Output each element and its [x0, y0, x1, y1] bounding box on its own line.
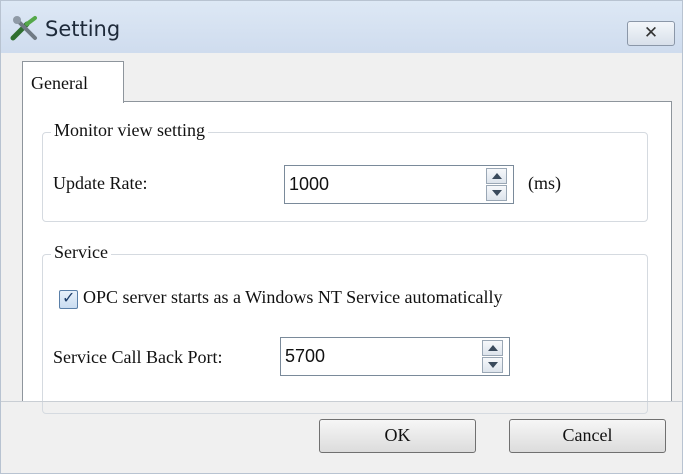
nt-service-checkbox[interactable]: ✓	[59, 288, 78, 309]
monitor-view-legend: Monitor view setting	[51, 120, 208, 141]
arrow-down-icon	[492, 190, 502, 196]
port-value[interactable]: 5700	[285, 346, 325, 367]
close-icon: ✕	[643, 23, 659, 43]
tools-icon	[10, 16, 37, 41]
port-decrement[interactable]	[482, 357, 503, 373]
update-rate-unit: (ms)	[528, 173, 561, 193]
checkmark-icon: ✓	[62, 288, 76, 307]
service-group: Service ✓ OPC server starts as a Windows…	[42, 242, 648, 414]
update-rate-stepper[interactable]: 1000	[284, 165, 514, 204]
service-legend: Service	[51, 242, 111, 263]
nt-service-checkbox-label[interactable]: OPC server starts as a Windows NT Servic…	[83, 287, 503, 308]
ok-button[interactable]: OK	[319, 419, 476, 453]
arrow-up-icon	[492, 173, 502, 179]
update-rate-decrement[interactable]	[486, 185, 507, 201]
general-tab-panel: Monitor view setting Update Rate: 1000 (…	[22, 101, 672, 414]
window-title: Setting	[45, 17, 121, 41]
update-rate-value[interactable]: 1000	[289, 174, 329, 195]
monitor-view-group: Monitor view setting Update Rate: 1000 (…	[42, 120, 648, 222]
update-rate-label: Update Rate:	[53, 173, 148, 193]
close-button[interactable]: ✕	[627, 21, 675, 46]
port-increment[interactable]	[482, 340, 503, 356]
tab-general[interactable]: General	[22, 61, 124, 103]
arrow-down-icon	[488, 362, 498, 368]
title-bar[interactable]: Setting ✕	[1, 1, 682, 53]
cancel-button[interactable]: Cancel	[509, 419, 666, 453]
settings-dialog: Setting ✕ General Monitor view setting U…	[0, 0, 683, 474]
update-rate-increment[interactable]	[486, 168, 507, 184]
port-stepper[interactable]: 5700	[280, 337, 510, 376]
tab-general-label: General	[31, 73, 88, 93]
port-label: Service Call Back Port:	[53, 347, 223, 367]
footer-divider	[1, 401, 682, 402]
arrow-up-icon	[488, 345, 498, 351]
